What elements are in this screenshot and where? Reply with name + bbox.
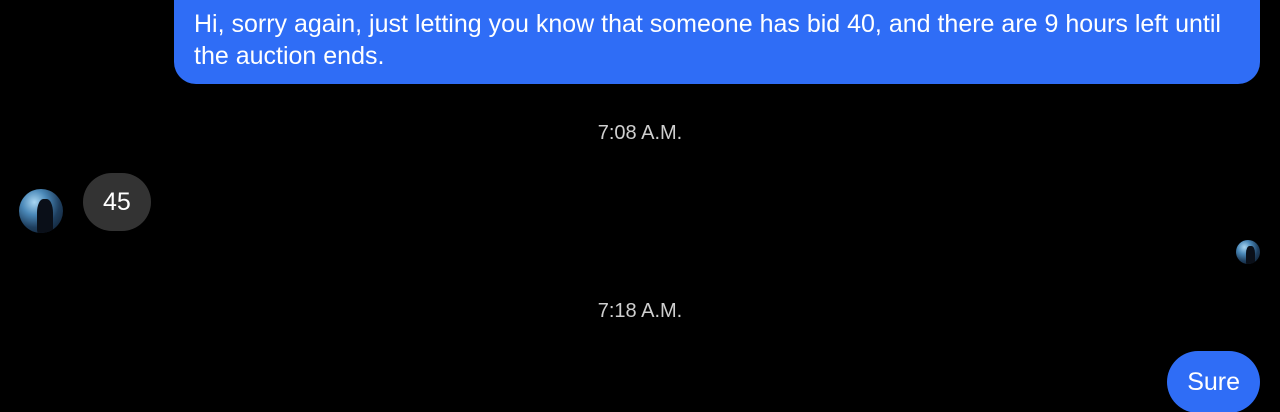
seen-receipt-avatar-icon [1236, 240, 1260, 264]
chat-conversation: Hi, sorry again, just letting you know t… [0, 0, 1280, 412]
avatar-figure [1246, 246, 1255, 264]
message-timestamp: 7:18 A.M. [597, 300, 683, 322]
outgoing-message-bubble[interactable]: Hi, sorry again, just letting you know t… [174, 0, 1260, 84]
contact-avatar-icon[interactable] [19, 189, 63, 233]
avatar-figure [37, 199, 53, 233]
outgoing-message-bubble[interactable]: Sure [1167, 351, 1260, 412]
incoming-message-bubble[interactable]: 45 [83, 173, 151, 231]
message-timestamp: 7:08 A.M. [597, 122, 683, 144]
